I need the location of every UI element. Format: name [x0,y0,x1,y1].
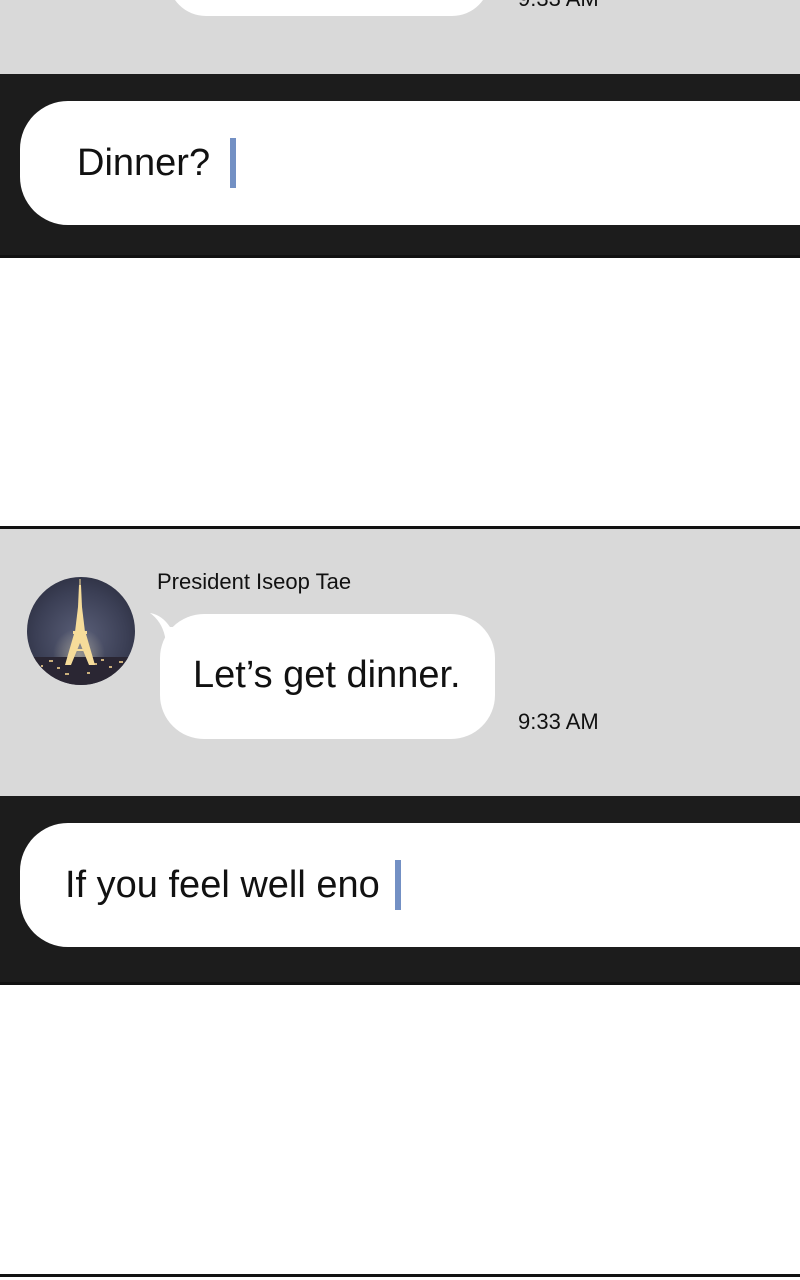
sender-name: President Iseop Tae [157,569,352,594]
message-input-text: Dinner? [77,142,211,184]
panel-divider [0,1274,800,1277]
eiffel-tower-icon [27,577,135,685]
avatar[interactable] [27,577,135,685]
text-caret [230,138,236,188]
message-input-text: If you feel well eno [65,864,380,906]
message-timestamp-clipped: 9:33 AM [518,0,599,10]
panel-divider [0,255,800,258]
message-bubble-clipped [168,0,490,16]
panel-divider [0,982,800,985]
message-bubble[interactable]: Let’s get dinner. [160,614,495,739]
message-text: Let’s get dinner. [193,654,461,696]
input-bar: Dinner? [0,74,800,256]
input-bar: If you feel well eno [0,796,800,982]
text-caret [395,860,401,910]
message-input[interactable]: Dinner? [20,101,800,225]
message-input[interactable]: If you feel well eno [20,823,800,947]
chat-area-top: 9:33 AM [0,0,800,74]
chat-area: President Iseop Tae Let’s get dinner. 9:… [0,529,800,796]
message-timestamp: 9:33 AM [518,709,599,734]
